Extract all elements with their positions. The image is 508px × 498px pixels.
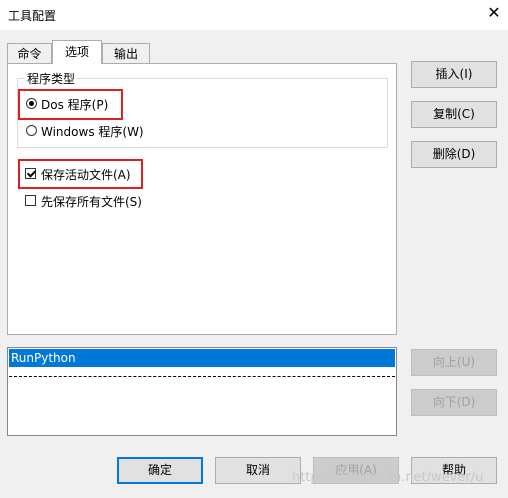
save-all-files-label[interactable]: 先保存所有文件(S) <box>41 193 142 210</box>
close-icon[interactable]: ✕ <box>484 3 504 23</box>
highlight-box-dos <box>18 89 123 120</box>
list-item[interactable]: RunPython <box>9 349 395 367</box>
ok-button[interactable]: 确定 <box>117 457 203 484</box>
insert-button[interactable]: 插入(I) <box>411 61 497 88</box>
move-up-button[interactable]: 向上(U) <box>411 349 497 376</box>
windows-program-radio[interactable] <box>26 125 37 136</box>
title-bar <box>0 0 508 30</box>
tab-command[interactable]: 命令 <box>7 43 52 63</box>
windows-program-label[interactable]: Windows 程序(W) <box>41 123 144 140</box>
cancel-button[interactable]: 取消 <box>215 457 301 484</box>
save-all-files-checkbox[interactable] <box>25 195 36 206</box>
copy-button[interactable]: 复制(C) <box>411 101 497 128</box>
move-down-button[interactable]: 向下(D) <box>411 389 497 416</box>
watermark-text: https://blog.csdn.net/wever/u <box>292 470 484 485</box>
window-title: 工具配置 <box>8 9 57 23</box>
program-type-group-label: 程序类型 <box>25 70 78 87</box>
tab-output[interactable]: 输出 <box>102 43 150 63</box>
delete-button[interactable]: 删除(D) <box>411 141 497 168</box>
tab-options[interactable]: 选项 <box>52 40 102 64</box>
highlight-box-save-active <box>18 159 143 189</box>
list-separator <box>9 376 395 377</box>
